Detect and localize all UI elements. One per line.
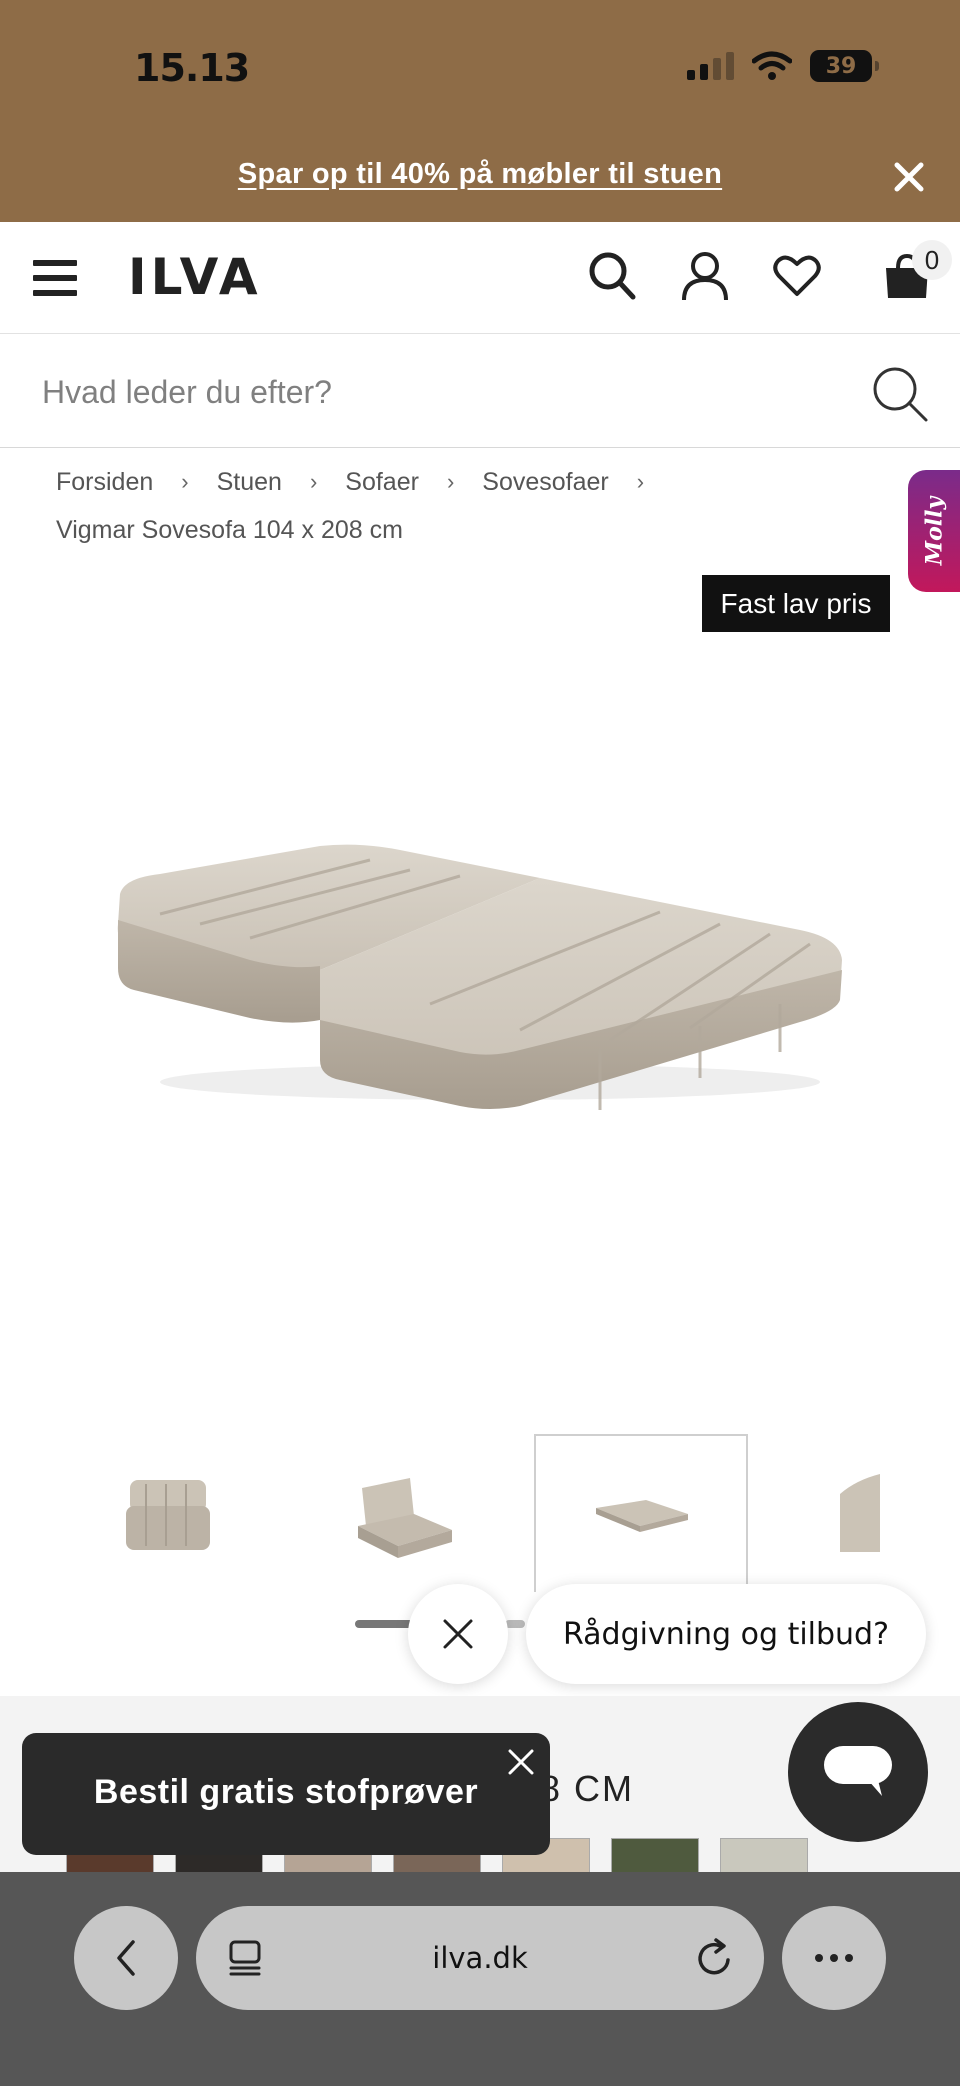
thumbnail[interactable]: [766, 1434, 960, 1592]
promo-link[interactable]: Spar op til 40% på møbler til stuen: [0, 158, 960, 191]
search-icon[interactable]: [587, 250, 637, 302]
breadcrumb-link[interactable]: Sovesofaer: [482, 458, 608, 506]
close-icon: [443, 1619, 473, 1649]
account-icon[interactable]: [680, 250, 730, 302]
chat-icon: [824, 1746, 892, 1796]
chevron-right-icon: ›: [636, 469, 645, 494]
battery-icon: 39: [810, 50, 879, 82]
chevron-left-icon: [117, 1940, 135, 1976]
more-options-button[interactable]: [782, 1906, 886, 2010]
close-icon[interactable]: [502, 1743, 540, 1781]
site-header: ILVA 0: [0, 222, 960, 334]
browser-toolbar: ilva.dk: [0, 1872, 960, 2086]
breadcrumb-link[interactable]: Forsiden: [56, 458, 153, 506]
search-input[interactable]: [42, 364, 822, 420]
search-bar: [0, 336, 960, 448]
logo[interactable]: ILVA: [128, 248, 262, 306]
close-icon[interactable]: [892, 160, 926, 194]
breadcrumb-link[interactable]: Stuen: [217, 458, 282, 506]
cellular-signal-icon: [687, 52, 734, 80]
promo-banner: 15.13 39 Spar op til 40% på møbler til s…: [0, 0, 960, 222]
cart-count-badge: 0: [912, 240, 952, 280]
thumbnail-selected[interactable]: [534, 1434, 748, 1592]
breadcrumb: Forsiden › Stuen › Sofaer › Sovesofaer ›…: [56, 458, 876, 554]
wifi-icon: [752, 51, 792, 80]
chat-prompt-bubble[interactable]: Rådgivning og tilbud?: [526, 1584, 926, 1684]
product-thumbnails: [70, 1434, 960, 1594]
search-icon[interactable]: [870, 364, 930, 424]
address-bar[interactable]: ilva.dk: [196, 1906, 764, 2010]
breadcrumb-link[interactable]: Sofaer: [345, 458, 419, 506]
product-size-heading: 8 CM: [540, 1768, 635, 1809]
url-text: ilva.dk: [432, 1941, 528, 1975]
wishlist-heart-icon[interactable]: [772, 250, 822, 302]
more-icon: [815, 1954, 853, 1962]
chat-launcher-button[interactable]: [788, 1702, 928, 1842]
thumbnail[interactable]: [302, 1434, 516, 1592]
toast-label: Bestil gratis stofprøver: [93, 1773, 479, 1811]
fabric-sample-toast[interactable]: Bestil gratis stofprøver: [22, 1733, 550, 1855]
breadcrumb-current: Vigmar Sovesofa 104 x 208 cm: [56, 516, 403, 544]
chat-prompt-close-button[interactable]: [408, 1584, 508, 1684]
menu-icon[interactable]: [33, 260, 77, 296]
chevron-right-icon: ›: [446, 469, 455, 494]
chevron-right-icon: ›: [181, 469, 189, 494]
thumbnail[interactable]: [70, 1434, 284, 1592]
status-time: 15.13: [134, 46, 250, 90]
chevron-right-icon: ›: [309, 469, 318, 494]
reload-icon[interactable]: [694, 1936, 736, 1980]
molly-assistant-tab[interactable]: Molly: [908, 470, 960, 592]
product-image[interactable]: [100, 820, 860, 1120]
status-icons: 39: [687, 50, 879, 82]
back-button[interactable]: [74, 1906, 178, 2010]
price-badge: Fast lav pris: [702, 575, 890, 632]
